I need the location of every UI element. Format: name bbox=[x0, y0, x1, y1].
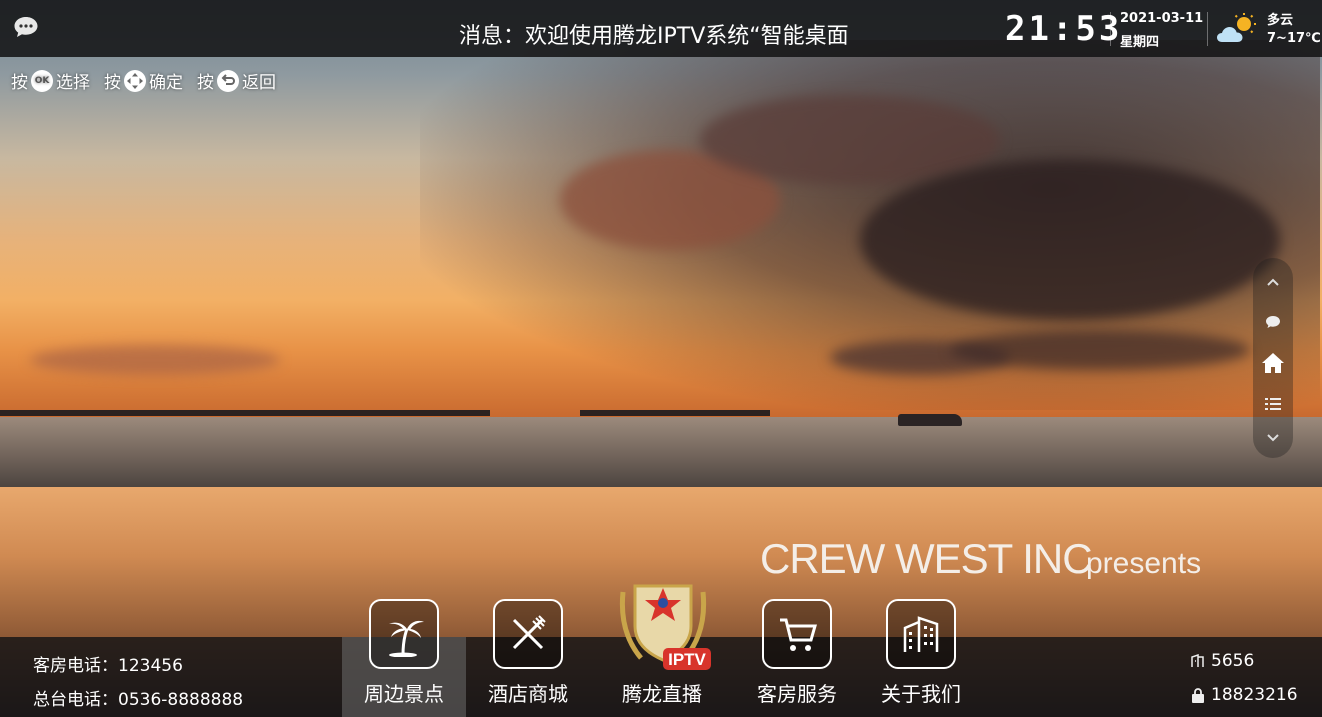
message-icon[interactable] bbox=[13, 16, 39, 38]
pier bbox=[0, 410, 490, 416]
ok-key-icon: OK bbox=[31, 69, 53, 92]
nav-label: 腾龙直播 bbox=[622, 682, 702, 706]
hint-press: 按 bbox=[197, 73, 214, 93]
remote-hint: 按 OK 选择 按 确定 按 返回 bbox=[11, 68, 276, 93]
clock: 21:53 bbox=[1005, 9, 1123, 49]
room-number: 5656 bbox=[1191, 651, 1254, 671]
weather-desc: 多云 bbox=[1267, 13, 1294, 28]
cloud bbox=[700, 95, 1000, 185]
nav-label: 周边景点 bbox=[364, 682, 444, 706]
weekday: 星期四 bbox=[1120, 35, 1160, 50]
date: 2021-03-11 bbox=[1120, 11, 1204, 26]
account-value: 18823216 bbox=[1211, 685, 1298, 705]
building-icon[interactable] bbox=[886, 599, 956, 669]
hint-action: 返回 bbox=[242, 73, 276, 93]
pier bbox=[580, 410, 770, 416]
front-desk-phone: 总台电话：0536-8888888 bbox=[33, 690, 244, 710]
palm-tree-icon[interactable] bbox=[369, 599, 439, 669]
side-rail bbox=[1253, 258, 1293, 458]
boat bbox=[898, 414, 962, 426]
partly-cloudy-icon bbox=[1217, 13, 1256, 42]
hint-action: 选择 bbox=[56, 73, 90, 93]
divider bbox=[1207, 12, 1208, 46]
nav-label: 酒店商城 bbox=[488, 682, 568, 706]
nav-label: 关于我们 bbox=[881, 682, 961, 706]
dpad-icon bbox=[124, 69, 146, 92]
weather-temp: 7~17℃ bbox=[1267, 31, 1321, 46]
room-number-value: 5656 bbox=[1211, 651, 1255, 671]
cloud bbox=[860, 160, 1280, 320]
iptv-logo[interactable]: IPTV bbox=[611, 572, 715, 676]
chat-icon[interactable] bbox=[1261, 310, 1285, 334]
fork-knife-icon[interactable] bbox=[493, 599, 563, 669]
room-icon bbox=[1191, 654, 1204, 667]
chevron-up-icon[interactable] bbox=[1261, 270, 1285, 294]
hint-action: 确定 bbox=[149, 73, 183, 93]
back-icon bbox=[217, 69, 239, 92]
account-info: 18823216 bbox=[1191, 685, 1298, 705]
hint-press: 按 bbox=[104, 73, 121, 93]
top-bar: 消息：欢迎使用腾龙IPTV系统“智能桌面 21:53 2021-03-11 星期… bbox=[0, 0, 1322, 57]
hint-press: 按 bbox=[11, 73, 28, 93]
cart-icon[interactable] bbox=[762, 599, 832, 669]
lock-icon bbox=[1192, 687, 1204, 703]
room-phone: 客房电话：123456 bbox=[33, 656, 183, 676]
divider bbox=[1110, 12, 1111, 46]
home-icon[interactable] bbox=[1261, 351, 1285, 375]
sea bbox=[0, 417, 1322, 487]
brand-name: CREW WEST INC bbox=[760, 535, 1093, 582]
cloud bbox=[30, 345, 280, 375]
cloud bbox=[950, 330, 1250, 370]
nav-label: 客房服务 bbox=[757, 682, 837, 706]
iptv-badge-text: IPTV bbox=[668, 650, 706, 669]
brand-sub: presents bbox=[1086, 547, 1202, 580]
list-icon[interactable] bbox=[1261, 392, 1285, 416]
chevron-down-icon[interactable] bbox=[1261, 426, 1285, 450]
message-marquee: 消息：欢迎使用腾龙IPTV系统“智能桌面 bbox=[459, 24, 849, 49]
